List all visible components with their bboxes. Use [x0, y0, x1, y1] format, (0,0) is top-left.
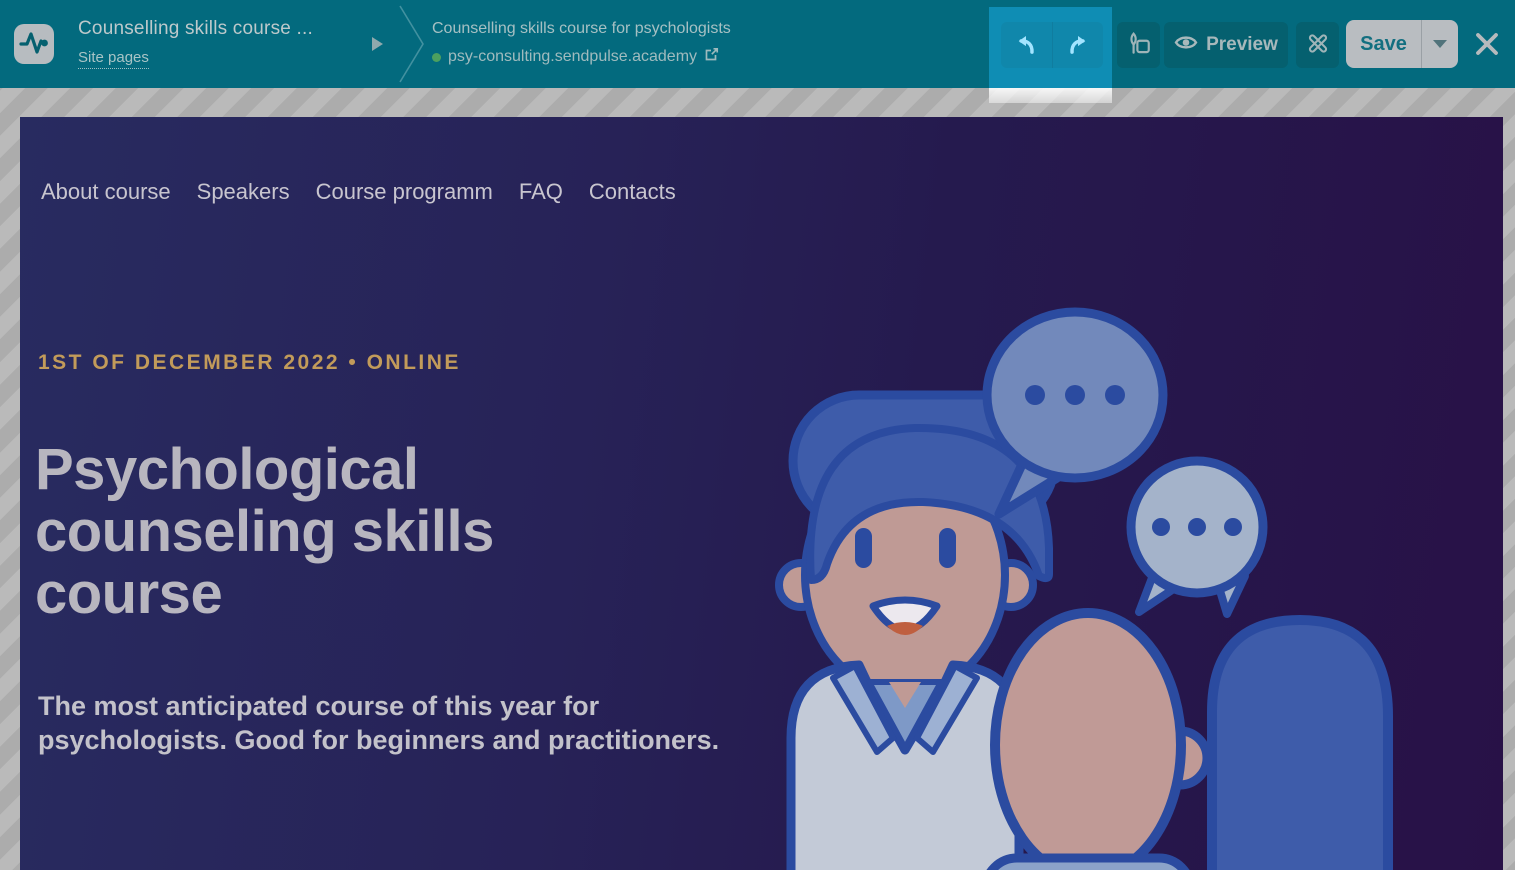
page-canvas: About course Speakers Course programm FA…: [20, 117, 1503, 870]
nav-speakers[interactable]: Speakers: [197, 179, 290, 205]
save-button[interactable]: Save: [1346, 20, 1421, 68]
hero-eyebrow[interactable]: 1ST OF DECEMBER 2022 • ONLINE: [38, 351, 461, 375]
app-logo[interactable]: [14, 24, 54, 64]
undo-button[interactable]: [1001, 22, 1053, 68]
undo-icon: [1013, 31, 1039, 60]
eye-icon: [1174, 34, 1198, 57]
close-icon: [1474, 31, 1500, 60]
save-dropdown-button[interactable]: [1421, 20, 1458, 68]
site-title: Counselling skills course for psychologi…: [432, 20, 731, 37]
site-pages-button[interactable]: [1117, 22, 1160, 68]
status-dot-icon: [432, 52, 441, 62]
preview-label: Preview: [1206, 34, 1278, 55]
project-title: Counselling skills course ...: [78, 18, 313, 39]
chevron-separator-icon: [398, 0, 426, 93]
pulse-icon: [19, 29, 49, 60]
redo-icon: [1065, 31, 1091, 60]
breadcrumb-arrow-icon: [372, 37, 383, 51]
external-link-icon: [704, 47, 719, 67]
design-tools-button[interactable]: [1296, 22, 1339, 68]
undo-redo-group: [1001, 22, 1103, 68]
pen-page-icon: [1126, 31, 1152, 60]
crossed-tools-icon: [1305, 31, 1331, 60]
woman-figure: [1207, 615, 1393, 870]
save-split-button: Save: [1346, 20, 1458, 68]
site-pages-link[interactable]: Site pages: [78, 49, 149, 69]
page-navigation: About course Speakers Course programm FA…: [41, 179, 676, 205]
site-domain-link[interactable]: psy-consulting.sendpulse.academy: [432, 47, 731, 67]
hero-title[interactable]: Psychological counseling skills course: [35, 439, 494, 625]
speech-bubble-small-icon: [1126, 456, 1268, 618]
site-domain: psy-consulting.sendpulse.academy: [448, 48, 698, 65]
chevron-down-icon: [1433, 40, 1447, 48]
hero-subtitle[interactable]: The most anticipated course of this year…: [38, 689, 719, 757]
editor-header: Counselling skills course ... Site pages…: [0, 0, 1515, 103]
preview-button[interactable]: Preview: [1164, 22, 1288, 68]
nav-faq[interactable]: FAQ: [519, 179, 563, 205]
highlight-fade: [989, 88, 1112, 103]
site-info: Counselling skills course for psychologi…: [432, 20, 731, 67]
close-editor-button[interactable]: [1472, 30, 1502, 60]
nav-about-course[interactable]: About course: [41, 179, 171, 205]
nav-course-programm[interactable]: Course programm: [316, 179, 493, 205]
breadcrumb: Counselling skills course ... Site pages: [78, 18, 313, 69]
hero-illustration: [763, 280, 1503, 870]
nav-contacts[interactable]: Contacts: [589, 179, 676, 205]
redo-button[interactable]: [1052, 22, 1103, 68]
speech-bubble-large-icon: [982, 307, 1168, 519]
client-figure: [986, 608, 1212, 870]
